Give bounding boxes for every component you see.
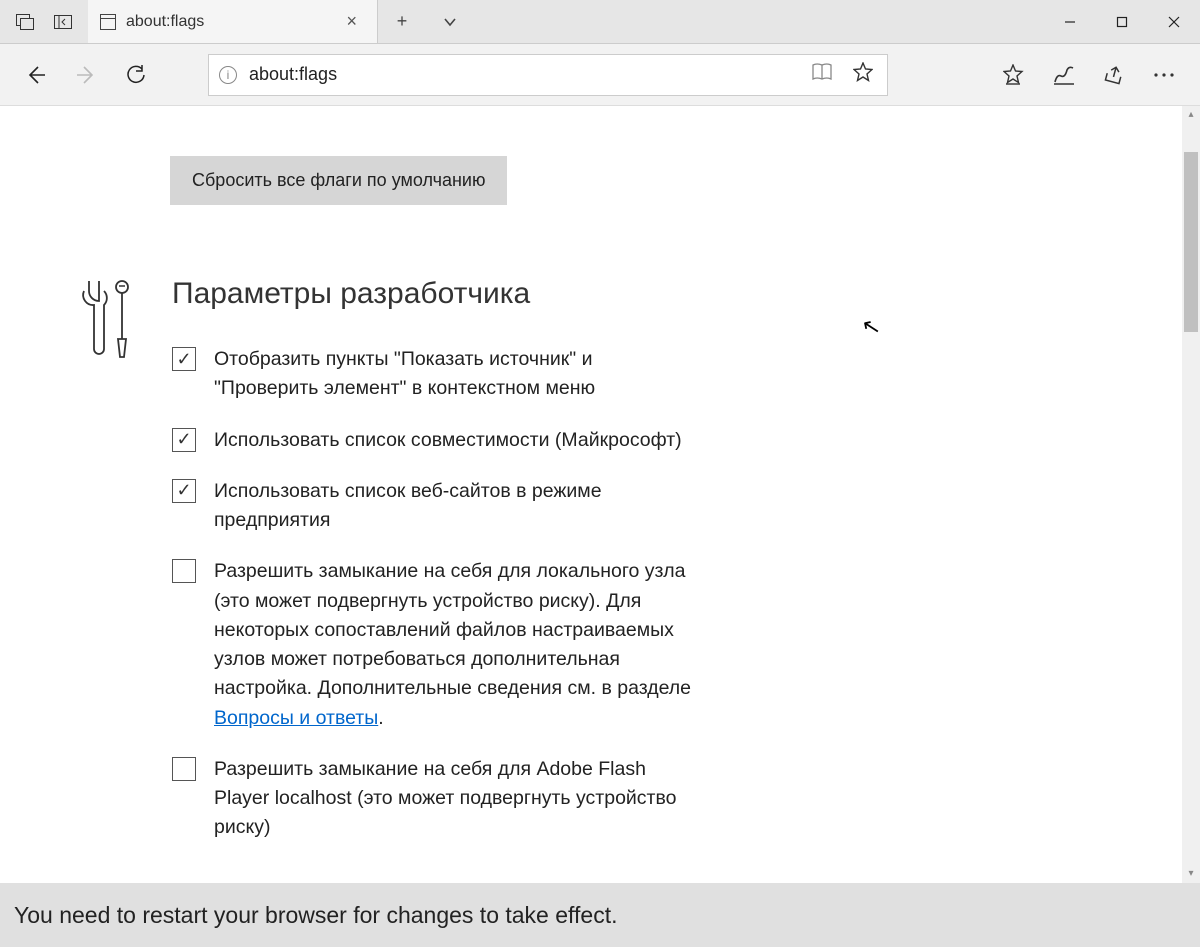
window-close-button[interactable] (1148, 0, 1200, 43)
set-aside-tabs-button[interactable] (46, 5, 80, 39)
share-button[interactable] (1092, 53, 1136, 97)
flag-checkbox[interactable] (172, 757, 196, 781)
scroll-down-arrow-icon[interactable]: ▾ (1182, 865, 1200, 883)
flag-checkbox[interactable] (172, 428, 196, 452)
flag-option: Разрешить замыкание на себя для локально… (172, 557, 700, 733)
scrollbar-thumb[interactable] (1184, 152, 1198, 332)
flag-label: Разрешить замыкание на себя для локально… (214, 557, 700, 733)
tab-actions (0, 0, 88, 43)
tab-overflow-button[interactable] (426, 0, 474, 43)
close-tab-button[interactable]: × (338, 7, 365, 36)
faq-link[interactable]: Вопросы и ответы (214, 707, 378, 729)
restart-notice-bar: You need to restart your browser for cha… (0, 883, 1200, 947)
flag-label: Разрешить замыкание на себя для Adobe Fl… (214, 755, 700, 843)
reading-view-icon[interactable] (807, 63, 837, 87)
flag-label: Использовать список веб-сайтов в режиме … (214, 477, 700, 536)
more-menu-button[interactable] (1142, 53, 1186, 97)
notes-button[interactable] (1042, 53, 1086, 97)
window-maximize-button[interactable] (1096, 0, 1148, 43)
section-title: Параметры разработчика (172, 277, 700, 311)
url-input[interactable] (249, 64, 795, 85)
back-button[interactable] (14, 53, 58, 97)
forward-button[interactable] (64, 53, 108, 97)
reset-flags-button[interactable]: Сбросить все флаги по умолчанию (170, 156, 507, 205)
flag-option: Использовать список веб-сайтов в режиме … (172, 477, 700, 536)
tab-title: about:flags (126, 13, 328, 31)
flag-label: Использовать список совместимости (Майкр… (214, 426, 682, 455)
toolbar: i (0, 44, 1200, 106)
developer-settings-section: Параметры разработчика Отобразить пункты… (80, 277, 700, 865)
flag-option: Разрешить замыкание на себя для Adobe Fl… (172, 755, 700, 843)
vertical-scrollbar[interactable]: ▴ ▾ (1182, 106, 1200, 883)
restart-notice-text: You need to restart your browser for cha… (14, 902, 617, 929)
new-tab-button[interactable]: + (378, 0, 426, 43)
flag-checkbox[interactable] (172, 559, 196, 583)
address-bar[interactable]: i (208, 54, 888, 96)
site-info-icon[interactable]: i (219, 66, 237, 84)
page-content: Сбросить все флаги по умолчанию Параметр… (0, 106, 1200, 883)
flag-option: Отобразить пункты "Показать источник" и … (172, 345, 700, 404)
refresh-button[interactable] (114, 53, 158, 97)
favorites-hub-button[interactable] (992, 53, 1036, 97)
flag-checkbox[interactable] (172, 479, 196, 503)
favorite-star-icon[interactable] (849, 62, 877, 88)
flag-label: Отобразить пункты "Показать источник" и … (214, 345, 700, 404)
flag-option: Использовать список совместимости (Майкр… (172, 426, 700, 455)
tabs-preview-button[interactable] (8, 5, 42, 39)
scroll-up-arrow-icon[interactable]: ▴ (1182, 106, 1200, 124)
flag-checkbox[interactable] (172, 347, 196, 371)
titlebar: about:flags × + (0, 0, 1200, 44)
developer-tools-icon (80, 277, 142, 865)
browser-tab[interactable]: about:flags × (88, 0, 378, 43)
window-minimize-button[interactable] (1044, 0, 1096, 43)
page-icon (100, 14, 116, 30)
